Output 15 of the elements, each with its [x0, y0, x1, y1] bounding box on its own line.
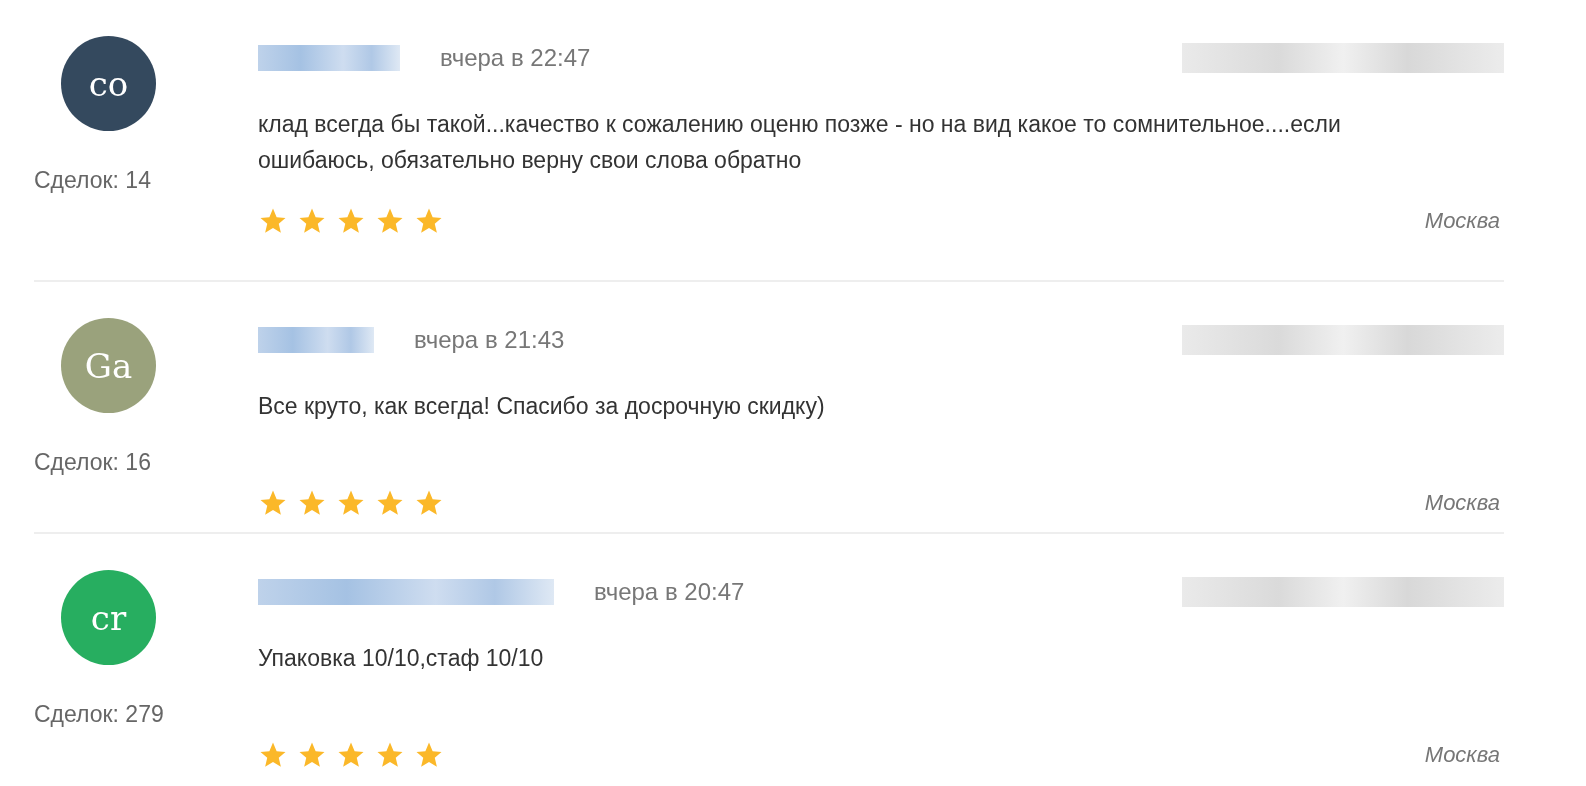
- avatar: co: [61, 36, 156, 131]
- deal-count: Сделок: 14: [34, 167, 151, 194]
- city-label: Москва: [1424, 208, 1500, 234]
- avatar: cr: [61, 570, 156, 665]
- deal-count: Сделок: 16: [34, 449, 151, 476]
- review-text: Упаковка 10/10,стаф 10/10: [258, 644, 545, 673]
- city-label: Москва: [1424, 490, 1500, 516]
- avatar: Ga: [61, 318, 156, 413]
- review-text: Все круто, как всегда! Спасибо за досрочную скидку): [258, 392, 826, 421]
- review-time: вчера в 21:43: [414, 326, 565, 354]
- review-time: вчера в 22:47: [440, 44, 591, 72]
- review-text: клад всегда бы такой...качество к сожалению оценю позже - но на вид какое то сомнительное....если ошибаюсь, обязательно верну свои слова обратно: [258, 110, 1342, 175]
- deal-count: Сделок: 279: [34, 701, 164, 728]
- city-label: Москва: [1424, 742, 1500, 768]
- review-time: вчера в 20:47: [594, 578, 745, 606]
